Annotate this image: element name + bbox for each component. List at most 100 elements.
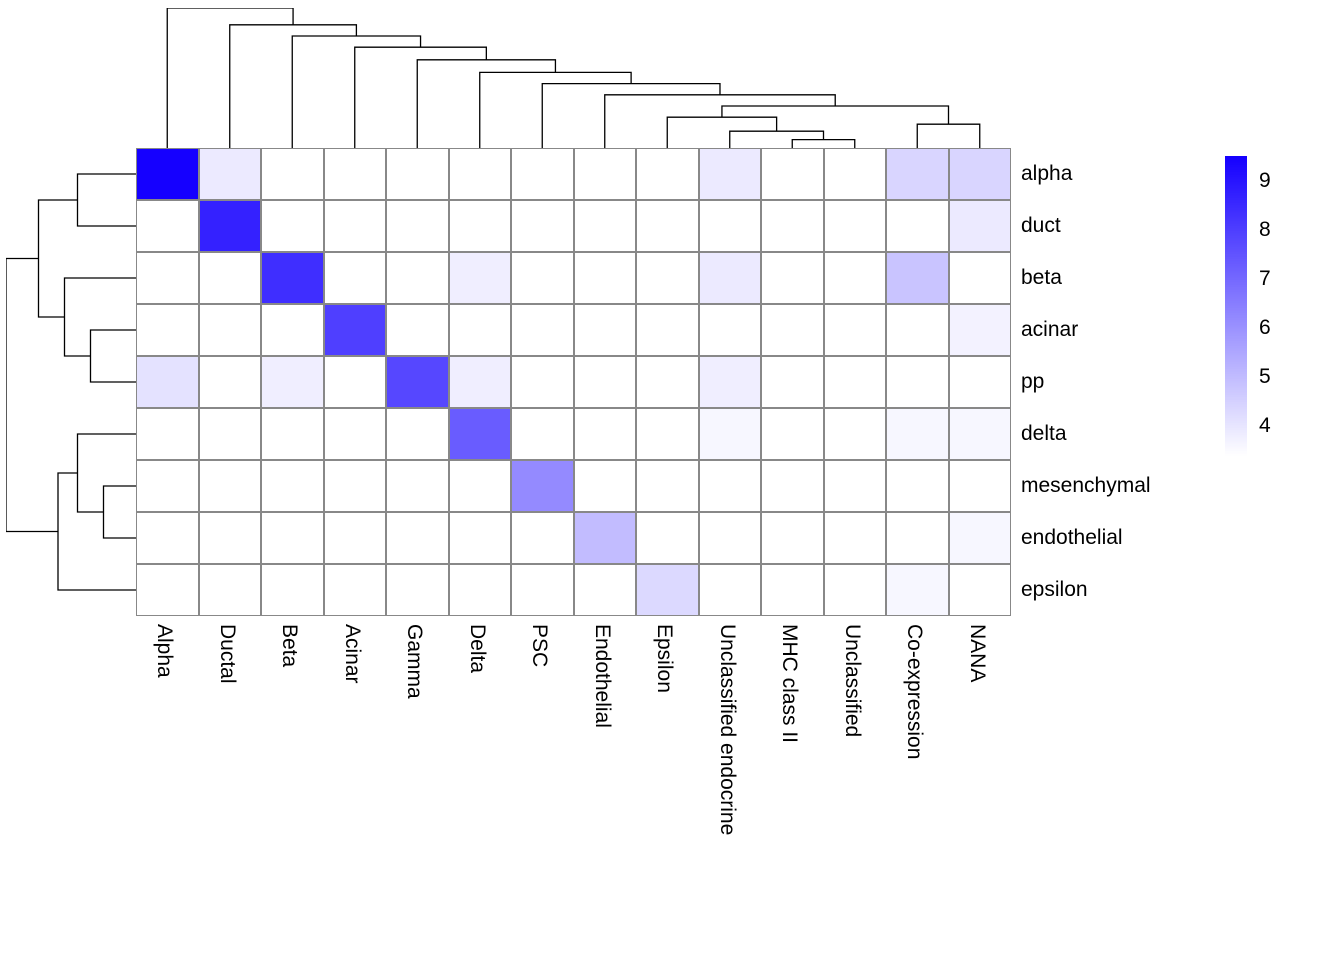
heatmap-row (136, 512, 1011, 564)
heatmap-cell (199, 512, 262, 564)
heatmap-cell (886, 200, 949, 252)
heatmap-cell (511, 356, 574, 408)
heatmap-cell (261, 408, 324, 460)
column-label: Epsilon (652, 624, 678, 693)
heatmap-cell (761, 408, 824, 460)
heatmap-row (136, 564, 1011, 616)
heatmap-cell (511, 148, 574, 200)
heatmap-cell (636, 200, 699, 252)
heatmap-cell (886, 148, 949, 200)
heatmap-cell (136, 148, 199, 200)
heatmap-cell (699, 408, 762, 460)
heatmap-cell (324, 148, 387, 200)
column-label: Co-expression (902, 624, 928, 759)
heatmap-cell (324, 200, 387, 252)
heatmap-cell (511, 408, 574, 460)
heatmap-cell (324, 460, 387, 512)
heatmap-cell (574, 564, 637, 616)
heatmap-cell (824, 408, 887, 460)
heatmap-cell (699, 252, 762, 304)
colorbar-tick-label: 4 (1259, 414, 1271, 438)
heatmap-cell (386, 356, 449, 408)
heatmap-cell (574, 356, 637, 408)
column-label: Endothelial (590, 624, 616, 728)
heatmap-cell (824, 356, 887, 408)
heatmap-row (136, 408, 1011, 460)
colorbar-tick-label: 7 (1259, 267, 1271, 291)
row-label: acinar (1015, 304, 1151, 356)
heatmap-cell (699, 304, 762, 356)
heatmap-cell (636, 148, 699, 200)
heatmap-cell (636, 356, 699, 408)
heatmap-row (136, 148, 1011, 200)
heatmap-row (136, 304, 1011, 356)
heatmap-cell (886, 512, 949, 564)
heatmap-cell (886, 564, 949, 616)
heatmap-cell (324, 408, 387, 460)
heatmap-cell (824, 512, 887, 564)
heatmap-cell (761, 200, 824, 252)
heatmap-cell (261, 304, 324, 356)
heatmap-cell (386, 512, 449, 564)
heatmap-cell (449, 564, 512, 616)
heatmap-cell (636, 512, 699, 564)
heatmap-cell (636, 304, 699, 356)
column-label: Beta (277, 624, 303, 667)
heatmap-cell (199, 408, 262, 460)
row-label: duct (1015, 200, 1151, 252)
heatmap-cell (136, 252, 199, 304)
heatmap-cell (136, 356, 199, 408)
colorbar-tick-label: 6 (1259, 316, 1271, 340)
heatmap-cell (324, 512, 387, 564)
heatmap-cell (949, 564, 1012, 616)
column-label: Acinar (340, 624, 366, 684)
heatmap-cell (949, 252, 1012, 304)
heatmap-cell (449, 408, 512, 460)
heatmap-cell (261, 200, 324, 252)
heatmap-cell (574, 304, 637, 356)
heatmap-cell (261, 460, 324, 512)
heatmap-cell (636, 564, 699, 616)
column-label: Unclassified endocrine (715, 624, 741, 835)
heatmap-row (136, 460, 1011, 512)
column-label: Unclassified (840, 624, 866, 737)
heatmap-cell (199, 304, 262, 356)
heatmap-cell (261, 564, 324, 616)
row-dendrogram (6, 148, 136, 616)
heatmap-cell (886, 252, 949, 304)
heatmap-cell (761, 512, 824, 564)
column-label: Alpha (152, 624, 178, 678)
heatmap-cell (636, 460, 699, 512)
column-label: Gamma (402, 624, 428, 699)
column-dendrogram (136, 8, 1011, 148)
colorbar-tick-label: 5 (1259, 365, 1271, 389)
heatmap-cell (699, 564, 762, 616)
heatmap-cell (574, 408, 637, 460)
heatmap-cell (824, 304, 887, 356)
heatmap-cell (136, 512, 199, 564)
heatmap-cell (886, 460, 949, 512)
heatmap-cell (386, 460, 449, 512)
row-label: alpha (1015, 148, 1151, 200)
heatmap-cell (324, 356, 387, 408)
row-label: epsilon (1015, 564, 1151, 616)
heatmap-cell (824, 252, 887, 304)
heatmap-cell (949, 200, 1012, 252)
heatmap-cell (324, 252, 387, 304)
row-label: beta (1015, 252, 1151, 304)
heatmap-cell (449, 200, 512, 252)
heatmap-cell (199, 252, 262, 304)
column-label: Delta (465, 624, 491, 673)
heatmap-cell (824, 148, 887, 200)
heatmap-cell (261, 252, 324, 304)
heatmap-cell (699, 460, 762, 512)
heatmap-cell (324, 564, 387, 616)
heatmap-row (136, 252, 1011, 304)
heatmap-row (136, 200, 1011, 252)
chart-container: alphaductbetaacinarppdeltamesenchymalend… (0, 0, 1344, 960)
colorbar-tick-label: 9 (1259, 169, 1271, 193)
heatmap-cell (261, 148, 324, 200)
heatmap-cell (699, 200, 762, 252)
column-label: NANA (965, 624, 991, 682)
heatmap-cell (886, 356, 949, 408)
